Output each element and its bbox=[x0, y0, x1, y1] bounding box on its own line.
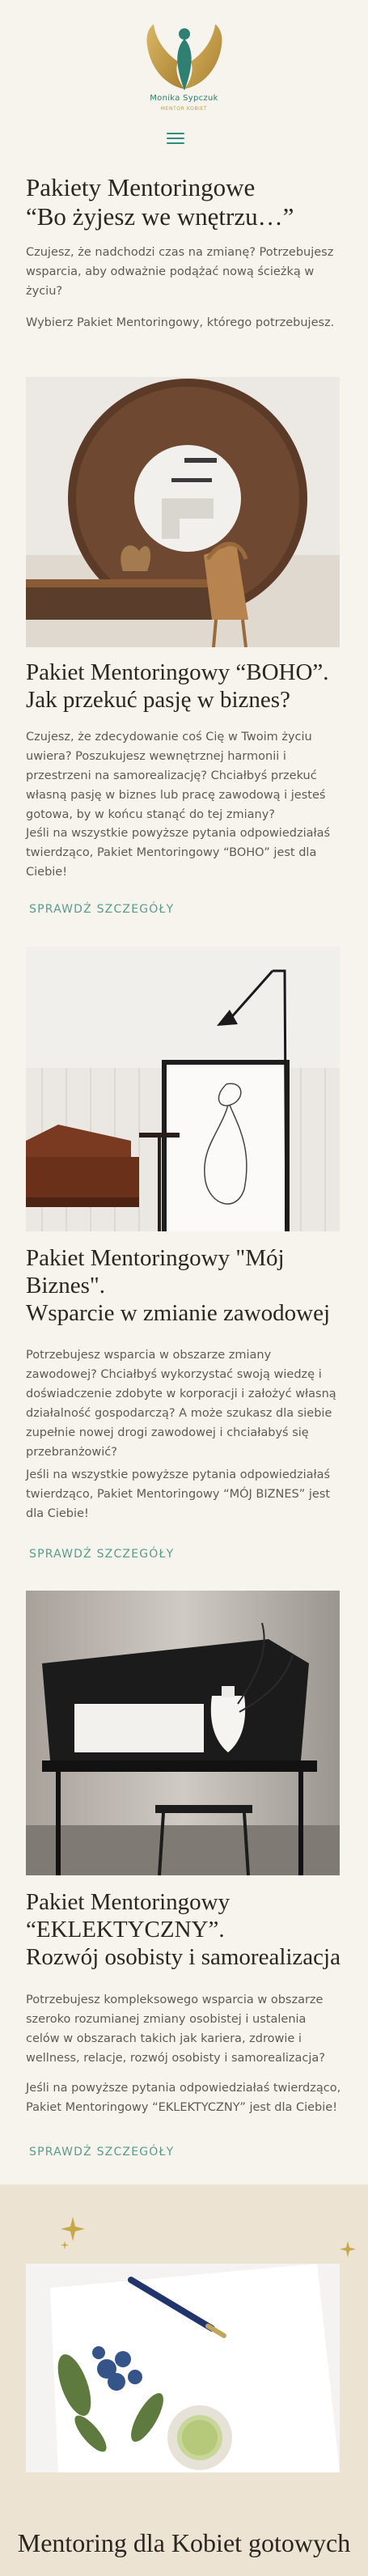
logo-icon[interactable] bbox=[142, 21, 226, 95]
intro-paragraph: Wybierz Pakiet Mentoringowy, którego pot… bbox=[26, 316, 335, 329]
brand-name: Monika Sypczuk bbox=[150, 94, 218, 103]
moj-biznes-title-line2: Biznes". bbox=[26, 1273, 106, 1299]
moj-biznes-package-title: Pakiet Mentoringowy "Mój Biznes". Wsparc… bbox=[26, 1244, 349, 1327]
eklektyczny-details-link[interactable]: SPRAWDŹ SZCZEGÓŁY bbox=[29, 2146, 174, 2159]
intro-title: Pakiety Mentoringowe “Bo żyjesz we wnętr… bbox=[26, 173, 349, 231]
mentoring-image bbox=[26, 2264, 340, 2472]
eklektyczny-package-description: Potrzebujesz kompleksowego wsparcia w ob… bbox=[26, 1993, 326, 2065]
hamburger-menu-icon[interactable] bbox=[167, 133, 184, 146]
intro-paragraph: Czujesz, że nadchodzi czas na zmianę? Po… bbox=[26, 246, 334, 298]
site-header: Monika Sypczuk MENTOR KOBIET bbox=[0, 0, 368, 146]
intro-title-line1: Pakiety Mentoringowe bbox=[26, 173, 256, 201]
moj-biznes-package-image bbox=[26, 947, 340, 1231]
boho-package-note: Jeśli na wszystkie powyższe pytania odpo… bbox=[26, 827, 331, 879]
moj-biznes-details-link[interactable]: SPRAWDŹ SZCZEGÓŁY bbox=[29, 1548, 174, 1561]
eklektyczny-title-line3: Rozwój osobisty i samorealizacja bbox=[26, 1944, 341, 1970]
boho-title-line1: Pakiet Mentoringowy “BOHO”. bbox=[26, 659, 329, 685]
brand-tagline: MENTOR KOBIET bbox=[160, 106, 208, 112]
eklektyczny-package-note: Jeśli na powyższe pytania odpowiedziałaś… bbox=[26, 2082, 341, 2114]
eklektyczny-package-image bbox=[26, 1591, 340, 1875]
boho-details-link[interactable]: SPRAWDŹ SZCZEGÓŁY bbox=[29, 903, 174, 916]
sparkle-icon bbox=[61, 2217, 356, 2257]
mentoring-section-title: Mentoring dla Kobiet gotowych bbox=[17, 2528, 351, 2557]
eklektyczny-title-line2: “EKLEKTYCZNY”. bbox=[26, 1917, 225, 1943]
moj-biznes-title-line1: Pakiet Mentoringowy "Mój bbox=[26, 1245, 285, 1271]
boho-title-line2: Jak przekuć pasję w biznes? bbox=[26, 687, 290, 713]
boho-package-description: Czujesz, że zdecydowanie coś Cię w Twoim… bbox=[26, 731, 326, 821]
moj-biznes-package-description: Potrzebujesz wsparcia w obszarze zmiany … bbox=[26, 1349, 336, 1459]
boho-package-title: Pakiet Mentoringowy “BOHO”. Jak przekuć … bbox=[26, 659, 349, 714]
boho-package-image bbox=[26, 377, 340, 647]
intro-title-line2: “Bo żyjesz we wnętrzu…” bbox=[26, 202, 294, 231]
moj-biznes-title-line3: Wsparcie w zmianie zawodowej bbox=[26, 1300, 331, 1326]
eklektyczny-package-title: Pakiet Mentoringowy “EKLEKTYCZNY”. Rozwó… bbox=[26, 1888, 349, 1971]
eklektyczny-title-line1: Pakiet Mentoringowy bbox=[26, 1889, 231, 1915]
moj-biznes-package-note: Jeśli na wszystkie powyższe pytania odpo… bbox=[26, 1468, 331, 1520]
